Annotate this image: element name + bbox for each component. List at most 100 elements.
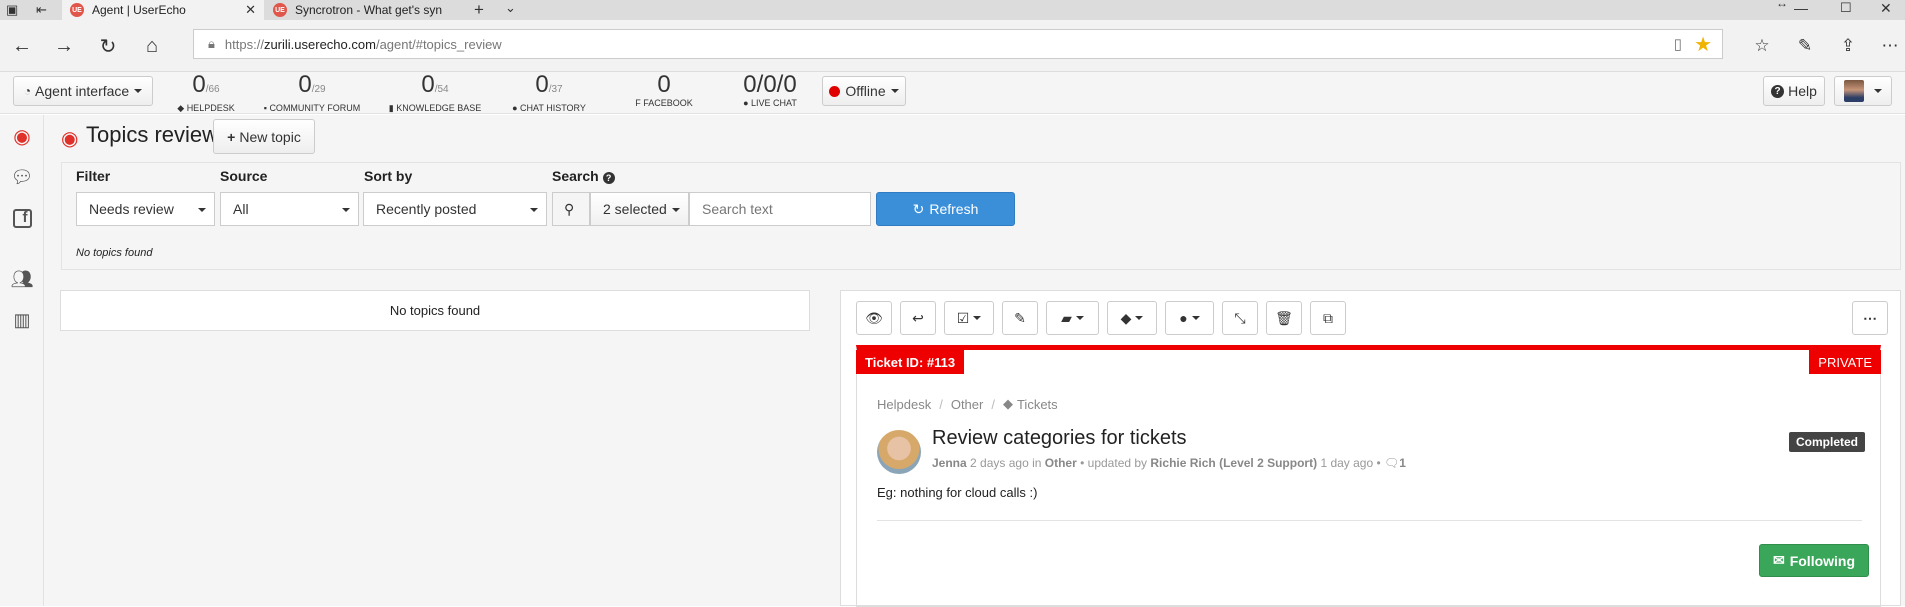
view-button[interactable]: 👁︎ — [856, 301, 892, 335]
comment-count: 1 — [1399, 456, 1406, 470]
eye-icon[interactable]: ◉ — [9, 123, 35, 149]
search-button[interactable]: ⚲ — [552, 192, 590, 226]
author-link[interactable]: Jenna — [932, 456, 967, 470]
new-tab-icon[interactable]: + — [474, 0, 484, 20]
divider — [877, 520, 1862, 521]
edit-button[interactable]: ✎ — [1002, 301, 1038, 335]
search-input[interactable] — [689, 192, 871, 226]
ticket-detail-panel: 👁︎ ↩ ☑ ✎ ▰ ◆ ● ⤡ 🗑︎ ⧉ ⋯ Ticket ID: #113 … — [840, 290, 1901, 607]
back-arrow-icon[interactable]: ← — [10, 34, 34, 58]
bar-chart-icon[interactable]: ▥ — [9, 307, 35, 333]
tab-agent-userecho[interactable]: UE Agent | UserEcho ✕ — [62, 0, 264, 20]
facebook-icon[interactable]: f — [9, 205, 35, 231]
delete-button[interactable]: 🗑︎ — [1266, 301, 1302, 335]
stat-facebook[interactable]: 0 f FACEBOOK — [622, 72, 706, 114]
users-icon[interactable]: 👥︎ — [9, 266, 35, 292]
sort-select[interactable]: Recently posted — [363, 192, 547, 226]
caret-icon — [1075, 316, 1084, 320]
more-icon[interactable]: ⋯ — [1878, 34, 1902, 58]
ticket-title[interactable]: Review categories for tickets — [932, 427, 1187, 450]
new-topic-button[interactable]: + New topic — [213, 119, 315, 154]
chevron-down-icon[interactable]: ⌄ — [505, 0, 516, 16]
status-dropdown[interactable]: Offline — [822, 76, 906, 106]
forward-arrow-icon[interactable]: → — [52, 34, 76, 58]
help-button[interactable]: ? Help — [1763, 76, 1825, 106]
stat-live-chat[interactable]: 0/0/0 ● LIVE CHAT — [730, 72, 810, 114]
url-scheme: https:// — [224, 36, 264, 52]
browser-nav-bar: ← → ↻ ⌂ 🔒︎ https://zurili.userecho.com/a… — [0, 20, 1905, 72]
breadcrumb-tickets[interactable]: Tickets — [1017, 397, 1058, 412]
home-icon[interactable]: ⌂ — [140, 34, 164, 58]
breadcrumb-other[interactable]: Other — [951, 397, 984, 412]
breadcrumb-helpdesk[interactable]: Helpdesk — [877, 397, 931, 412]
user-menu-dropdown[interactable] — [1834, 76, 1892, 106]
updater-link[interactable]: Richie Rich (Level 2 Support) — [1150, 456, 1317, 470]
following-button[interactable]: ✉ Following — [1759, 544, 1869, 577]
breadcrumb: Helpdesk / Other / ◆ Tickets — [877, 396, 1058, 412]
question-icon: ? — [1771, 84, 1785, 98]
reading-view-icon[interactable]: ▯ — [1674, 35, 1682, 53]
category-link[interactable]: Other — [1045, 456, 1077, 470]
avatar — [1844, 80, 1864, 102]
set-aside-tabs-icon[interactable]: ⇤ — [36, 2, 47, 18]
search-label-text: Search — [552, 168, 599, 184]
assign-button[interactable]: ● — [1165, 301, 1214, 335]
caret-icon — [1135, 316, 1144, 320]
comments-icon[interactable]: 💬︎ — [9, 164, 35, 190]
eye-icon: ◉ — [61, 128, 79, 150]
search-fields-select[interactable]: 2 selected — [590, 192, 689, 226]
stat-label: COMMUNITY FORUM — [269, 103, 361, 113]
tab-syncrotron[interactable]: UE Syncrotron - What get's syn — [265, 0, 462, 20]
trash-icon: 🗑︎ — [1275, 309, 1293, 326]
status-label: Offline — [845, 83, 886, 99]
avatar — [877, 430, 921, 474]
tag-button[interactable]: ◆ — [1107, 301, 1157, 335]
move-button[interactable]: ▰ — [1046, 301, 1099, 335]
pen-icon[interactable]: ✎ — [1793, 34, 1817, 58]
caret-icon — [134, 89, 143, 93]
comments-icon: 🗨︎ — [1384, 456, 1400, 470]
stat-chat-history[interactable]: 0/37 ● CHAT HISTORY — [500, 72, 598, 114]
status-dot-icon — [829, 85, 841, 97]
filter-label: Filter — [76, 168, 111, 184]
source-select[interactable]: All — [220, 192, 359, 226]
updated-by-text: • updated by — [1080, 456, 1148, 470]
help-label: Help — [1788, 83, 1817, 99]
tag-icon: ◆ — [1120, 309, 1132, 326]
refresh-icon[interactable]: ↻ — [96, 34, 120, 58]
stat-label: FACEBOOK — [643, 98, 693, 108]
resize-icon: ↔ — [1776, 0, 1788, 10]
favorites-hub-icon[interactable]: ☆ — [1750, 34, 1774, 58]
url-path: /agent/#topics_review — [375, 36, 502, 52]
reply-button[interactable]: ↩ — [900, 301, 936, 335]
favorite-star-icon[interactable]: ★ — [1694, 32, 1712, 57]
url-host: zurili.userecho.com — [263, 36, 376, 52]
stat-knowledge-base[interactable]: 0/54 ▮ KNOWLEDGE BASE — [382, 72, 488, 114]
minimize-icon[interactable]: — — [1794, 0, 1808, 16]
caret-icon — [1191, 316, 1200, 320]
stat-total: /29 — [311, 84, 326, 95]
close-window-icon[interactable]: ✕ — [1880, 0, 1892, 17]
userecho-favicon-icon: UE — [70, 3, 84, 17]
stat-community-forum[interactable]: 0/29 ▪ COMMUNITY FORUM — [252, 72, 372, 114]
merge-button[interactable]: ⤡ — [1222, 301, 1258, 335]
stat-helpdesk[interactable]: 0/66 ◆ HELPDESK — [170, 72, 242, 114]
edit-icon: ✎ — [1014, 309, 1026, 326]
agent-interface-dropdown[interactable]: ◔ Agent interface — [13, 76, 153, 106]
tab-manager-icon[interactable]: ▣ — [6, 2, 18, 18]
more-options-button[interactable]: ⋯ — [1852, 301, 1888, 335]
open-external-button[interactable]: ⧉ — [1310, 301, 1346, 335]
topics-list: No topics found — [60, 290, 810, 331]
address-bar[interactable]: 🔒︎ https://zurili.userecho.com/agent/#to… — [193, 29, 1723, 59]
stat-label: KNOWLEDGE BASE — [396, 103, 482, 113]
share-icon[interactable]: ⇪ — [1836, 34, 1860, 58]
empty-list-message: No topics found — [389, 303, 481, 318]
agent-interface-label: Agent interface — [35, 83, 130, 99]
sort-select-value: Recently posted — [376, 201, 477, 217]
close-tab-icon[interactable]: ✕ — [245, 2, 256, 18]
maximize-icon[interactable]: ☐ — [1840, 0, 1852, 16]
caret-icon — [890, 89, 899, 93]
filter-select[interactable]: Needs review — [76, 192, 215, 226]
refresh-button[interactable]: ↻ Refresh — [876, 192, 1015, 226]
status-button[interactable]: ☑ — [944, 301, 994, 335]
